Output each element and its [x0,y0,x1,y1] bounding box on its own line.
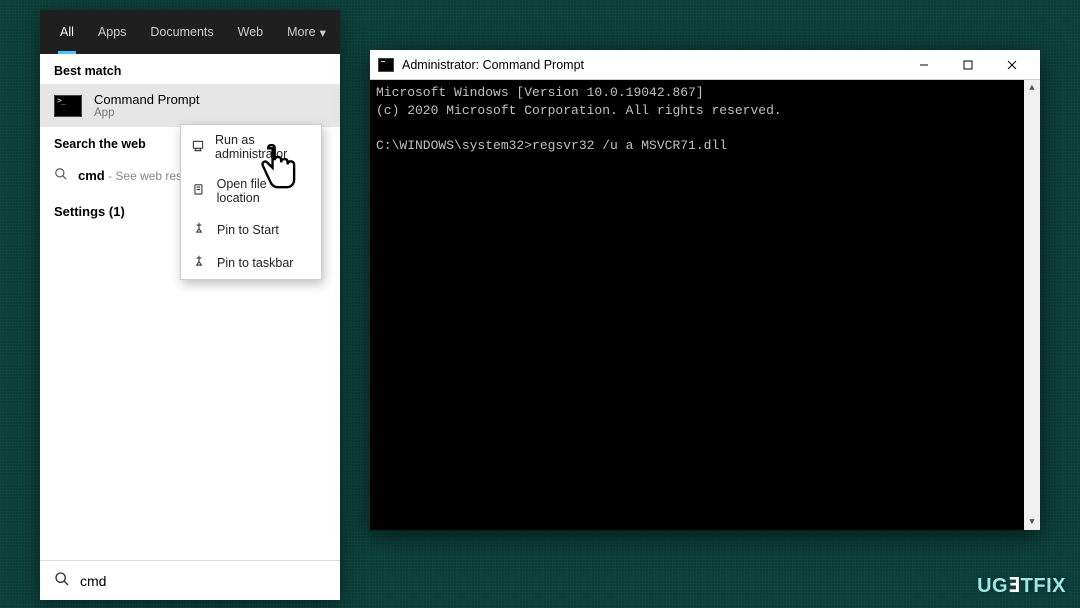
ctx-run-as-administrator[interactable]: Run as administrator [181,125,321,169]
search-panel: All Apps Documents Web More ▾ Best match… [40,10,340,600]
scrollbar[interactable]: ▲ ▼ [1024,80,1040,530]
ctx-label: Pin to Start [217,223,279,237]
search-tabs: All Apps Documents Web More ▾ [40,10,340,54]
terminal-line: Microsoft Windows [Version 10.0.19042.86… [376,85,704,100]
maximize-button[interactable] [946,50,990,80]
tab-documents[interactable]: Documents [140,10,223,54]
terminal-prompt: C:\WINDOWS\system32>regsvr32 /u a MSVCR7… [376,138,727,153]
titlebar[interactable]: Administrator: Command Prompt [370,50,1040,80]
search-icon [54,571,70,590]
close-button[interactable] [990,50,1034,80]
command-prompt-window: Administrator: Command Prompt Microsoft … [370,50,1040,530]
tab-apps[interactable]: Apps [88,10,137,54]
ctx-open-file-location[interactable]: Open file location [181,169,321,213]
result-subtitle: App [94,107,199,119]
scroll-up-icon[interactable]: ▲ [1024,80,1040,96]
command-prompt-icon [378,58,394,72]
watermark: UGƎTFIX [977,573,1066,598]
best-match-header: Best match [40,54,340,84]
scroll-track[interactable] [1024,96,1040,514]
pin-icon [191,254,207,271]
search-icon [54,167,68,184]
pin-icon [191,221,207,238]
context-menu: Run as administrator Open file location … [180,124,322,280]
tab-web[interactable]: Web [228,10,273,54]
search-box [40,560,340,600]
ctx-label: Pin to taskbar [217,256,293,270]
ctx-label: Open file location [217,177,311,205]
web-query: cmd [78,168,105,183]
result-title: Command Prompt [94,92,199,107]
result-text: Command Prompt App [94,92,199,119]
window-buttons [902,50,1034,80]
shield-icon [191,139,205,156]
terminal-line: (c) 2020 Microsoft Corporation. All righ… [376,103,782,118]
ctx-pin-to-start[interactable]: Pin to Start [181,213,321,246]
chevron-down-icon: ▾ [320,25,326,40]
ctx-label: Run as administrator [215,133,311,161]
window-title: Administrator: Command Prompt [402,58,584,72]
terminal-body[interactable]: Microsoft Windows [Version 10.0.19042.86… [370,80,1040,530]
tab-more-label: More [287,25,315,39]
scroll-down-icon[interactable]: ▼ [1024,514,1040,530]
ctx-pin-to-taskbar[interactable]: Pin to taskbar [181,246,321,279]
tab-all[interactable]: All [50,10,84,54]
tab-more[interactable]: More ▾ [277,10,336,54]
folder-icon [191,183,207,200]
best-match-result[interactable]: Command Prompt App [40,84,340,127]
search-input[interactable] [80,573,326,589]
minimize-button[interactable] [902,50,946,80]
command-prompt-icon [54,95,82,117]
